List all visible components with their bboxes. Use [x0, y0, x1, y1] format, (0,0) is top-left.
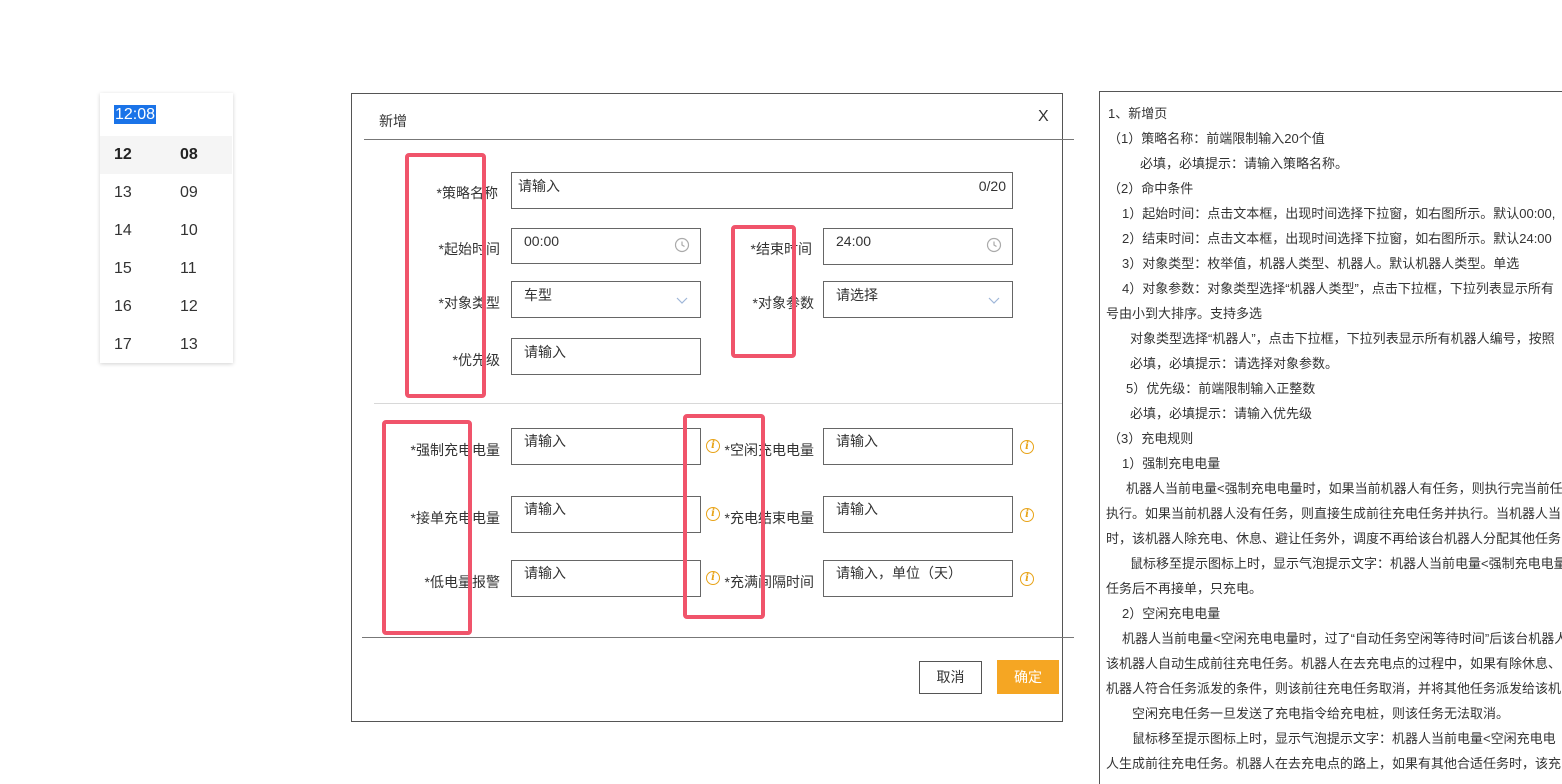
hour-option[interactable]: 15: [100, 250, 166, 288]
object-param-label: *对象参数: [752, 295, 814, 311]
start-time-input[interactable]: 00:00: [511, 228, 701, 264]
note-line: 人生成前往充电任务。机器人在去充电点的路上，如果有其他合适任务时，该充: [1106, 756, 1562, 771]
start-time-value: 00:00: [524, 233, 560, 249]
note-line: 时，该机器人除充电、休息、避让任务外，调度不再给该台机器人分配其他任务: [1106, 531, 1562, 546]
priority-label: *优先级: [452, 352, 500, 368]
low-battery-alarm-label: *低电量报警: [424, 574, 500, 590]
hour-option[interactable]: 16: [100, 288, 166, 326]
note-line: （1）策略名称：前端限制输入20个值: [1108, 131, 1325, 146]
note-line: 必填，必填提示：请选择对象参数。: [1130, 356, 1339, 371]
idle-charge-label: *空闲充电电量: [724, 442, 814, 458]
char-counter: 0/20: [978, 178, 1006, 194]
footer-divider: [362, 637, 1074, 638]
note-line: 必填，必填提示：请输入策略名称。: [1140, 156, 1349, 171]
minute-option[interactable]: 10: [166, 212, 232, 250]
note-line: 1）强制充电电量: [1122, 456, 1221, 471]
section-divider: [374, 403, 1062, 404]
force-charge-input[interactable]: 请输入: [511, 428, 701, 465]
note-line: 机器人当前电量<强制充电电量时，如果当前机器人有任务，则执行完当前任: [1126, 481, 1562, 496]
note-line: 机器人符合任务派发的条件，则该前往充电任务取消，并将其他任务派发给该机: [1106, 681, 1562, 696]
full-interval-input[interactable]: 请输入，单位（天）: [823, 560, 1013, 597]
end-time-input[interactable]: 24:00: [823, 228, 1013, 265]
object-type-label: *对象类型: [438, 295, 500, 311]
close-icon[interactable]: X: [1038, 108, 1049, 126]
header-divider: [364, 139, 1074, 140]
strategy-name-placeholder: 请输入: [518, 178, 560, 194]
end-time-label: *结束时间: [750, 241, 812, 257]
object-param-select[interactable]: 请选择: [823, 281, 1013, 318]
hour-option[interactable]: 14: [100, 212, 166, 250]
dialog-title: 新增: [379, 113, 407, 129]
note-line: 号由小到大排序。支持多选: [1106, 306, 1263, 321]
chevron-down-icon: [676, 297, 688, 304]
clock-icon: [674, 237, 690, 253]
time-picker-value[interactable]: 12:08: [114, 105, 157, 124]
strategy-name-input[interactable]: 请输入 0/20: [511, 172, 1013, 209]
low-battery-alarm-input[interactable]: 请输入: [511, 560, 701, 597]
note-line: 1）起始时间：点击文本框，出现时间选择下拉窗，如右图所示。默认00:00,: [1122, 206, 1556, 221]
hour-column[interactable]: 12 13 14 15 16 17: [100, 136, 166, 364]
confirm-button[interactable]: 确定: [997, 660, 1059, 694]
low-battery-alarm-placeholder: 请输入: [524, 565, 566, 581]
note-line: 该机器人自动生成前往充电任务。机器人在去充电点的过程中，如果有除休息、: [1106, 656, 1562, 671]
start-time-label: *起始时间: [438, 241, 500, 257]
note-line: （2）命中条件: [1108, 181, 1194, 196]
full-interval-placeholder: 请输入，单位（天）: [836, 565, 962, 581]
charge-end-label: *充电结束电量: [724, 510, 814, 526]
note-line: 2）结束时间：点击文本框，出现时间选择下拉窗，如右图所示。默认24:00: [1122, 231, 1552, 246]
note-line: 鼠标移至提示图标上时，显示气泡提示文字：机器人当前电量<强制充电电量: [1130, 556, 1562, 571]
end-time-value: 24:00: [836, 233, 872, 249]
minute-option[interactable]: 13: [166, 326, 232, 364]
force-charge-label: *强制充电电量: [410, 442, 500, 458]
note-line: 执行。如果当前机器人没有任务，则直接生成前往充电任务并执行。当机器人当: [1106, 506, 1562, 521]
minute-option[interactable]: 11: [166, 250, 232, 288]
note-line: 机器人当前电量<空闲充电电量时，过了“自动任务空闲等待时间”后该台机器人: [1122, 631, 1562, 646]
info-icon[interactable]: i: [1020, 508, 1034, 522]
hour-option[interactable]: 13: [100, 174, 166, 212]
hour-option[interactable]: 17: [100, 326, 166, 364]
accept-order-charge-input[interactable]: 请输入: [511, 496, 701, 533]
note-line: 5）优先级：前端限制输入正整数: [1126, 381, 1316, 396]
accept-order-charge-label: *接单充电电量: [410, 510, 500, 526]
requirements-notes-panel: 1、新增页 （1）策略名称：前端限制输入20个值 必填，必填提示：请输入策略名称…: [1099, 91, 1562, 784]
note-line: 鼠标移至提示图标上时，显示气泡提示文字：机器人当前电量<空闲充电电: [1132, 731, 1556, 746]
note-line: 必填，必填提示：请输入优先级: [1130, 406, 1313, 421]
object-type-select[interactable]: 车型: [511, 281, 701, 318]
note-line: 1、新增页: [1108, 106, 1168, 121]
priority-input[interactable]: 请输入: [511, 338, 701, 375]
object-type-value: 车型: [524, 287, 552, 303]
cancel-button[interactable]: 取消: [919, 661, 982, 694]
note-line: 对象类型选择“机器人”，点击下拉框，下拉列表显示所有机器人编号，按照: [1130, 331, 1555, 346]
info-icon[interactable]: i: [706, 439, 720, 453]
clock-icon: [986, 237, 1002, 253]
idle-charge-placeholder: 请输入: [836, 433, 878, 449]
info-icon[interactable]: i: [1020, 440, 1034, 454]
info-icon[interactable]: i: [706, 507, 720, 521]
chevron-down-icon: [988, 297, 1000, 304]
accept-order-charge-placeholder: 请输入: [524, 501, 566, 517]
note-line: 2）空闲充电电量: [1122, 606, 1221, 621]
info-icon[interactable]: i: [1020, 572, 1034, 586]
object-param-placeholder: 请选择: [836, 287, 878, 303]
hour-option[interactable]: 12: [100, 136, 166, 174]
time-picker-dropdown[interactable]: 12:08 12 13 14 15 16 17 08 09 10 11 12 1…: [100, 93, 233, 363]
note-line: （3）充电规则: [1108, 431, 1194, 446]
charge-end-input[interactable]: 请输入: [823, 496, 1013, 533]
note-line: 空闲充电任务一旦发送了充电指令给充电桩，则该任务无法取消。: [1132, 706, 1510, 721]
minute-option[interactable]: 09: [166, 174, 232, 212]
time-picker-header: 12:08: [100, 93, 233, 136]
minute-column[interactable]: 08 09 10 11 12 13: [166, 136, 232, 364]
full-interval-label: *充满间隔时间: [724, 574, 814, 590]
minute-option[interactable]: 12: [166, 288, 232, 326]
note-line: 3）对象类型：枚举值，机器人类型、机器人。默认机器人类型。单选: [1122, 256, 1520, 271]
charge-end-placeholder: 请输入: [836, 501, 878, 517]
force-charge-placeholder: 请输入: [524, 433, 566, 449]
note-line: 4）对象参数：对象类型选择“机器人类型”，点击下拉框，下拉列表显示所有: [1122, 281, 1554, 296]
note-line: 任务后不再接单，只充电。: [1106, 581, 1263, 596]
add-strategy-dialog: 新增 X *策略名称 请输入 0/20 *起始时间 00:00 *结束时间 24…: [351, 93, 1074, 722]
minute-option[interactable]: 08: [166, 136, 232, 174]
strategy-name-label: *策略名称: [436, 185, 498, 201]
idle-charge-input[interactable]: 请输入: [823, 428, 1013, 465]
priority-placeholder: 请输入: [524, 344, 566, 360]
